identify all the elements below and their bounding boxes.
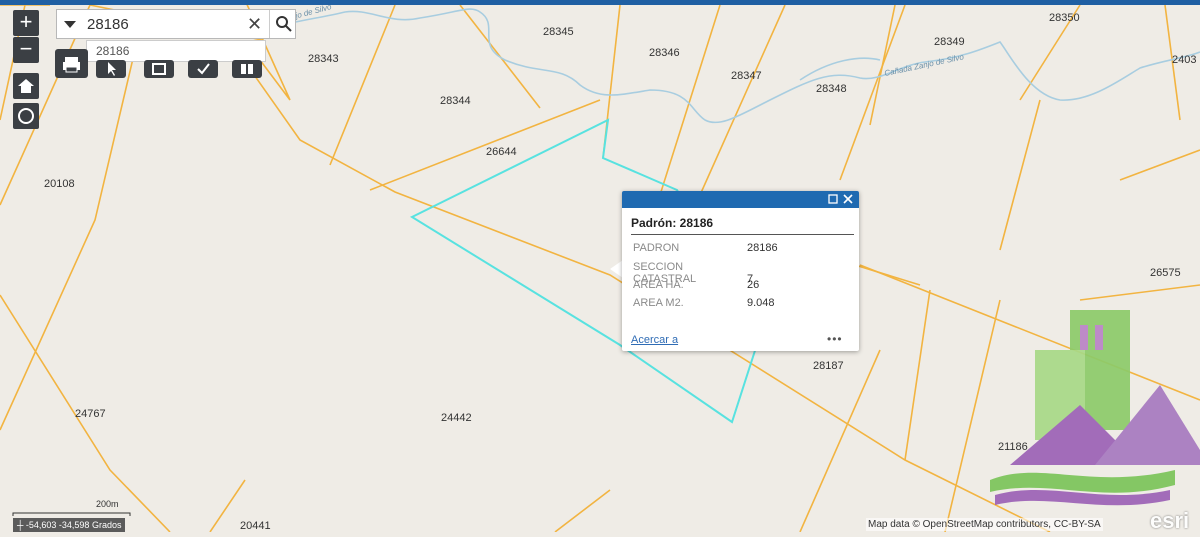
locate-button[interactable]: [13, 103, 39, 129]
source-dropdown[interactable]: [57, 10, 83, 38]
parcel-label: 28343: [308, 53, 339, 65]
esri-logo: esri: [1150, 508, 1190, 533]
parcel-label: 20441: [240, 520, 271, 532]
select-button[interactable]: [96, 60, 126, 78]
print-button[interactable]: [55, 49, 88, 78]
search-suggestion[interactable]: 28186: [86, 40, 266, 62]
popup-header: [622, 191, 859, 208]
attribute-value: 9.048: [747, 297, 775, 309]
coordinate-icon: ┼: [17, 520, 26, 530]
edit-icon: [197, 63, 210, 75]
maximize-icon[interactable]: [828, 194, 838, 204]
parcel-label: 28344: [440, 95, 471, 107]
zoom-out-button[interactable]: −: [13, 37, 39, 63]
popup-controls: [828, 194, 853, 204]
parcel-label: 26644: [486, 146, 517, 158]
attribute-row: AREA M2. 9.048: [633, 297, 775, 309]
map-canvas[interactable]: 28350 28345 28346 28349 2403 28343 28347…: [0, 0, 1200, 533]
scale-label: 200m: [96, 499, 119, 509]
search-icon: [276, 16, 292, 32]
parcel-label: 28187: [813, 360, 844, 372]
popup-divider: [631, 234, 854, 235]
zoom-to-link[interactable]: Acercar a: [631, 334, 678, 346]
table-icon: [241, 64, 253, 74]
parcel-label: 2403: [1172, 54, 1196, 66]
popup-title: Padrón: 28186: [631, 216, 714, 230]
map-attribution[interactable]: Map data © OpenStreetMap contributors, C…: [866, 518, 1103, 531]
parcel-label: 28347: [731, 70, 762, 82]
attribute-value: 26: [747, 279, 760, 291]
edit-button[interactable]: [188, 60, 218, 78]
attribute-value: 28186: [747, 242, 778, 254]
print-icon: [63, 57, 80, 73]
attribute-row: AREA HA. 26: [633, 279, 759, 291]
home-icon: [18, 79, 34, 93]
zoom-in-button[interactable]: +: [13, 10, 39, 36]
search-button[interactable]: [269, 10, 297, 38]
parcel-label: 20108: [44, 178, 75, 190]
clear-button[interactable]: ✕: [247, 14, 262, 35]
locate-icon: [18, 108, 34, 124]
attribute-key: AREA HA.: [633, 279, 684, 291]
attribute-key: AREA M2.: [633, 297, 684, 309]
parcel-label: 28346: [649, 47, 680, 59]
info-popup: Padrón: 28186 PADRON 28186 SECCION CATAST…: [622, 191, 859, 351]
parcel-label: 28349: [934, 36, 965, 48]
parcel-label: 26575: [1150, 267, 1181, 279]
search-input[interactable]: [87, 13, 237, 35]
layers-icon: [152, 63, 166, 75]
search-box: ✕: [56, 9, 296, 39]
app-header-bar: [0, 0, 1200, 5]
map-layer[interactable]: 28350 28345 28346 28349 2403 28343 28347…: [0, 0, 1200, 533]
chevron-down-icon: [64, 21, 76, 28]
select-icon: [108, 62, 116, 76]
coordinate-text: -54,603 -34,598 Grados: [25, 520, 122, 530]
close-icon[interactable]: [843, 194, 853, 204]
parcel-label: 28348: [816, 83, 847, 95]
layers-button[interactable]: [144, 60, 174, 78]
attribute-key: PADRON: [633, 242, 680, 254]
parcel-label: 28350: [1049, 12, 1080, 24]
table-button[interactable]: [232, 60, 262, 78]
parcel-label: 24442: [441, 412, 472, 424]
parcel-label: 28345: [543, 26, 574, 38]
parcel-label: 21186: [998, 441, 1028, 453]
home-button[interactable]: [13, 73, 39, 99]
parcel-label: 24767: [75, 408, 106, 420]
attribute-row: PADRON 28186: [633, 242, 778, 254]
more-options-icon[interactable]: •••: [827, 332, 843, 346]
coordinate-readout: ┼ -54,603 -34,598 Grados: [13, 518, 126, 532]
